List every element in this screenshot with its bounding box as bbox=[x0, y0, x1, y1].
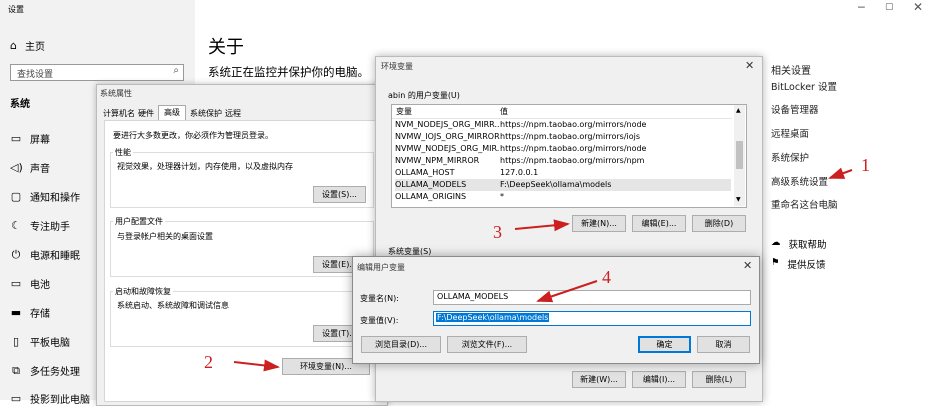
annotation-arrows bbox=[233, 167, 853, 372]
annotation-number-3: 3 bbox=[493, 222, 502, 242]
annotation-arrow-2 bbox=[233, 359, 280, 372]
annotation-number-4: 4 bbox=[602, 267, 611, 287]
annotation-arrow-3 bbox=[514, 219, 570, 232]
annotation-arrow-4 bbox=[536, 280, 598, 303]
annotation-arrow-1 bbox=[828, 167, 853, 179]
annotation-number-2: 2 bbox=[204, 352, 213, 372]
annotation-number-1: 1 bbox=[861, 155, 870, 175]
